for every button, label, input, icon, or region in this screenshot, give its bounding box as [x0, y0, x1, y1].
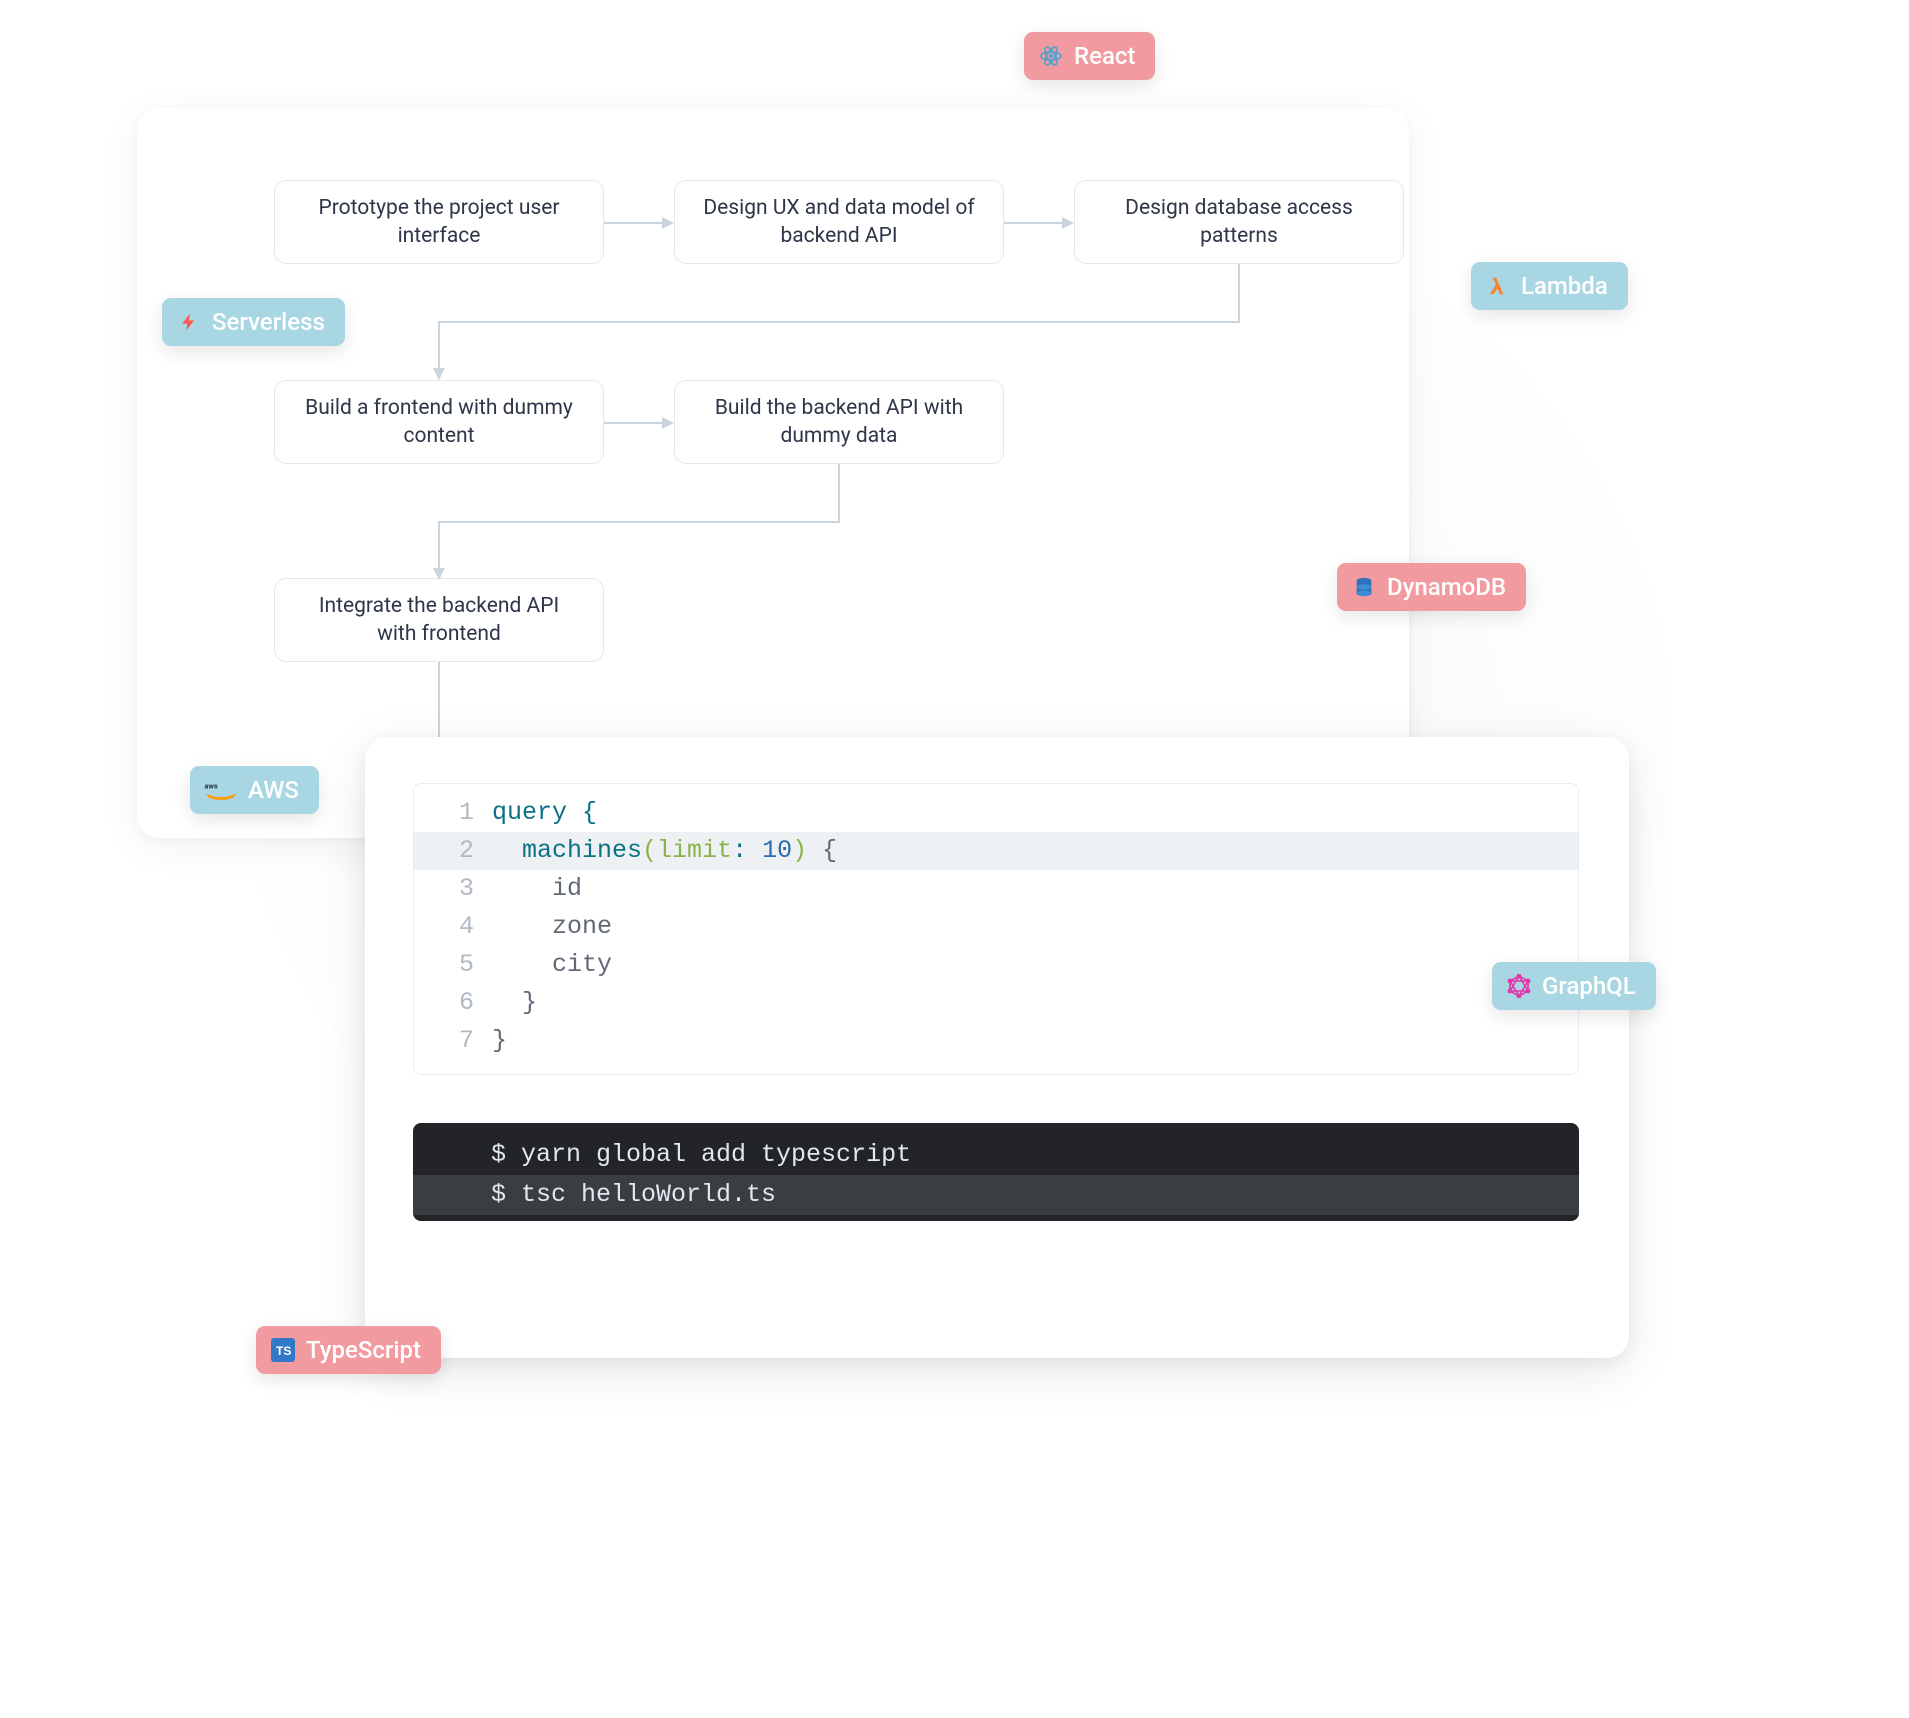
tag-serverless: Serverless [162, 298, 345, 346]
lambda-icon [1485, 273, 1511, 299]
editor-line: 5 city [414, 946, 1578, 984]
editor-gutter: 1 [414, 794, 492, 832]
flow-node-label: Build the backend API with dummy data [697, 394, 981, 451]
arrow-icon [427, 264, 1247, 384]
react-icon [1038, 43, 1064, 69]
flow-node-label: Design UX and data model of backend API [697, 194, 981, 251]
svg-text:TS: TS [276, 1344, 291, 1358]
arrow-icon [604, 408, 674, 438]
canvas: Prototype the project user interface Des… [50, 0, 1860, 1640]
terminal-line-active: $ tsc helloWorld.ts [413, 1175, 1579, 1215]
flow-node-prototype-ui: Prototype the project user interface [274, 180, 604, 264]
arrow-icon [427, 464, 847, 584]
editor-line: 3 id [414, 870, 1578, 908]
editor-gutter: 7 [414, 1022, 492, 1060]
flow-node-design-ux: Design UX and data model of backend API [674, 180, 1004, 264]
tag-label: AWS [248, 776, 299, 804]
terminal: $ yarn global add typescript $ tsc hello… [413, 1123, 1579, 1221]
tag-lambda: Lambda [1471, 262, 1628, 310]
flow-node-label: Design database access patterns [1097, 194, 1381, 251]
diagram-card: Prototype the project user interface Des… [137, 108, 1409, 838]
tag-label: DynamoDB [1387, 573, 1506, 601]
editor-line: 7 } [414, 1022, 1578, 1060]
editor-gutter: 6 [414, 984, 492, 1022]
editor-line: 1 query { [414, 794, 1578, 832]
tag-label: Lambda [1521, 272, 1608, 300]
tag-label: TypeScript [306, 1336, 421, 1364]
editor-gutter: 4 [414, 908, 492, 946]
flow-node-label: Integrate the backend API with frontend [297, 592, 581, 649]
svg-text:aws: aws [204, 781, 218, 790]
terminal-line: $ yarn global add typescript [413, 1135, 1579, 1175]
flow-node-build-backend: Build the backend API with dummy data [674, 380, 1004, 464]
code-card: 1 query { 2 machines(limit: 10) { 3 id 4… [365, 737, 1629, 1358]
flow-node-label: Prototype the project user interface [297, 194, 581, 251]
tag-graphql: GraphQL [1492, 962, 1656, 1010]
editor-gutter: 2 [414, 832, 492, 870]
tag-dynamodb: DynamoDB [1337, 563, 1526, 611]
arrow-icon [1004, 208, 1074, 238]
editor-line: 6 } [414, 984, 1578, 1022]
editor-gutter: 5 [414, 946, 492, 984]
editor-line-active: 2 machines(limit: 10) { [413, 832, 1578, 870]
editor-gutter: 3 [414, 870, 492, 908]
tag-label: React [1074, 42, 1135, 70]
tag-typescript: TS TypeScript [256, 1326, 441, 1374]
typescript-icon: TS [270, 1337, 296, 1363]
tag-react: React [1024, 32, 1155, 80]
flow-node-integrate: Integrate the backend API with frontend [274, 578, 604, 662]
serverless-icon [176, 309, 202, 335]
dynamodb-icon [1351, 574, 1377, 600]
flow-node-design-db: Design database access patterns [1074, 180, 1404, 264]
flow-node-label: Build a frontend with dummy content [297, 394, 581, 451]
tag-label: GraphQL [1542, 972, 1636, 1000]
editor-line: 4 zone [414, 908, 1578, 946]
tag-aws: aws AWS [190, 766, 319, 814]
tag-label: Serverless [212, 308, 325, 336]
graphql-icon [1506, 973, 1532, 999]
aws-icon: aws [204, 777, 238, 803]
arrow-icon [604, 208, 674, 238]
graphql-editor: 1 query { 2 machines(limit: 10) { 3 id 4… [413, 783, 1579, 1075]
flow-node-build-frontend: Build a frontend with dummy content [274, 380, 604, 464]
